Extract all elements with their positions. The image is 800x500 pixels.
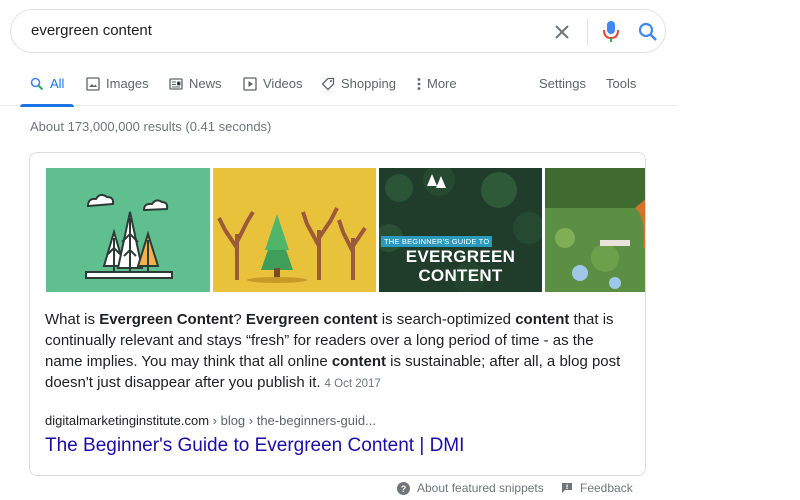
- search-tabs: All Images News Videos Shopping More Set…: [0, 70, 678, 107]
- snippet-text-part: ?: [233, 311, 246, 328]
- feedback-icon: [562, 483, 572, 493]
- about-featured-snippets[interactable]: ? About featured snippets: [397, 481, 544, 495]
- tab-more[interactable]: More: [417, 76, 457, 106]
- meadow-photo: [545, 168, 645, 292]
- featured-snippet: THE BEGINNER'S GUIDE TO EVERGREEN CONTEN…: [29, 152, 646, 476]
- feedback-link[interactable]: Feedback: [561, 481, 633, 495]
- snippet-image-meadow[interactable]: [545, 168, 645, 292]
- snippet-text-bold: content: [331, 353, 387, 370]
- tab-label: News: [189, 76, 222, 91]
- play-icon: [243, 77, 257, 91]
- result-breadcrumb: › blog › the-beginners-guid...: [209, 413, 376, 428]
- tag-icon: [321, 77, 335, 91]
- close-icon[interactable]: [552, 22, 572, 42]
- microphone-icon[interactable]: [601, 20, 621, 44]
- tab-all[interactable]: All: [19, 76, 76, 107]
- settings-link[interactable]: Settings: [539, 76, 586, 91]
- tab-images[interactable]: Images: [86, 76, 149, 106]
- tab-news[interactable]: News: [169, 76, 222, 106]
- guide-title-line1: EVERGREEN: [405, 247, 516, 266]
- image-icon: [86, 77, 100, 91]
- snippet-image-forest[interactable]: [213, 168, 376, 292]
- tab-label: Videos: [263, 76, 303, 91]
- guide-subtitle: THE BEGINNER'S GUIDE TO: [381, 236, 493, 247]
- guide-title-line2: CONTENT: [418, 266, 503, 285]
- search-input[interactable]: evergreen content: [31, 22, 152, 39]
- tab-label: Shopping: [341, 76, 396, 91]
- search-box[interactable]: evergreen content: [10, 9, 666, 53]
- result-domain: digitalmarketinginstitute.com: [45, 413, 210, 428]
- about-featured-snippets-label: About featured snippets: [417, 481, 544, 495]
- result-url[interactable]: digitalmarketinginstitute.com › blog › t…: [45, 413, 376, 428]
- news-icon: [169, 78, 183, 90]
- tab-videos[interactable]: Videos: [243, 76, 303, 106]
- bare-trees-illustration: [217, 207, 367, 283]
- tools-link[interactable]: Tools: [606, 76, 636, 91]
- svg-text:?: ?: [401, 484, 407, 494]
- feedback-label: Feedback: [580, 481, 633, 495]
- snippet-image-guide[interactable]: THE BEGINNER'S GUIDE TO EVERGREEN CONTEN…: [379, 168, 542, 292]
- snippet-text-part: What is: [45, 311, 100, 328]
- snippet-date: 4 Oct 2017: [324, 378, 381, 390]
- search-icon: [30, 77, 44, 91]
- evergreen-trees-illustration: [85, 193, 173, 279]
- search-divider: [587, 18, 588, 46]
- more-vert-icon: [417, 78, 421, 90]
- search-icon[interactable]: [637, 21, 659, 43]
- snippet-text: What is Evergreen Content? Evergreen con…: [45, 309, 635, 395]
- snippet-text-bold: content: [515, 311, 570, 328]
- result-stats: About 173,000,000 results (0.41 seconds): [30, 119, 272, 134]
- tab-shopping[interactable]: Shopping: [321, 76, 396, 106]
- snippet-text-bold: Evergreen Content: [99, 311, 234, 328]
- tab-label: More: [427, 76, 457, 91]
- snippet-text-part: is search-optimized: [377, 311, 516, 328]
- tab-label: Images: [106, 76, 149, 91]
- snippet-text-bold: Evergreen content: [245, 311, 378, 328]
- tab-label: All: [50, 76, 65, 91]
- snippet-image-trees[interactable]: [46, 168, 210, 292]
- help-icon: ?: [397, 481, 410, 495]
- result-title-link[interactable]: The Beginner's Guide to Evergreen Conten…: [45, 435, 464, 457]
